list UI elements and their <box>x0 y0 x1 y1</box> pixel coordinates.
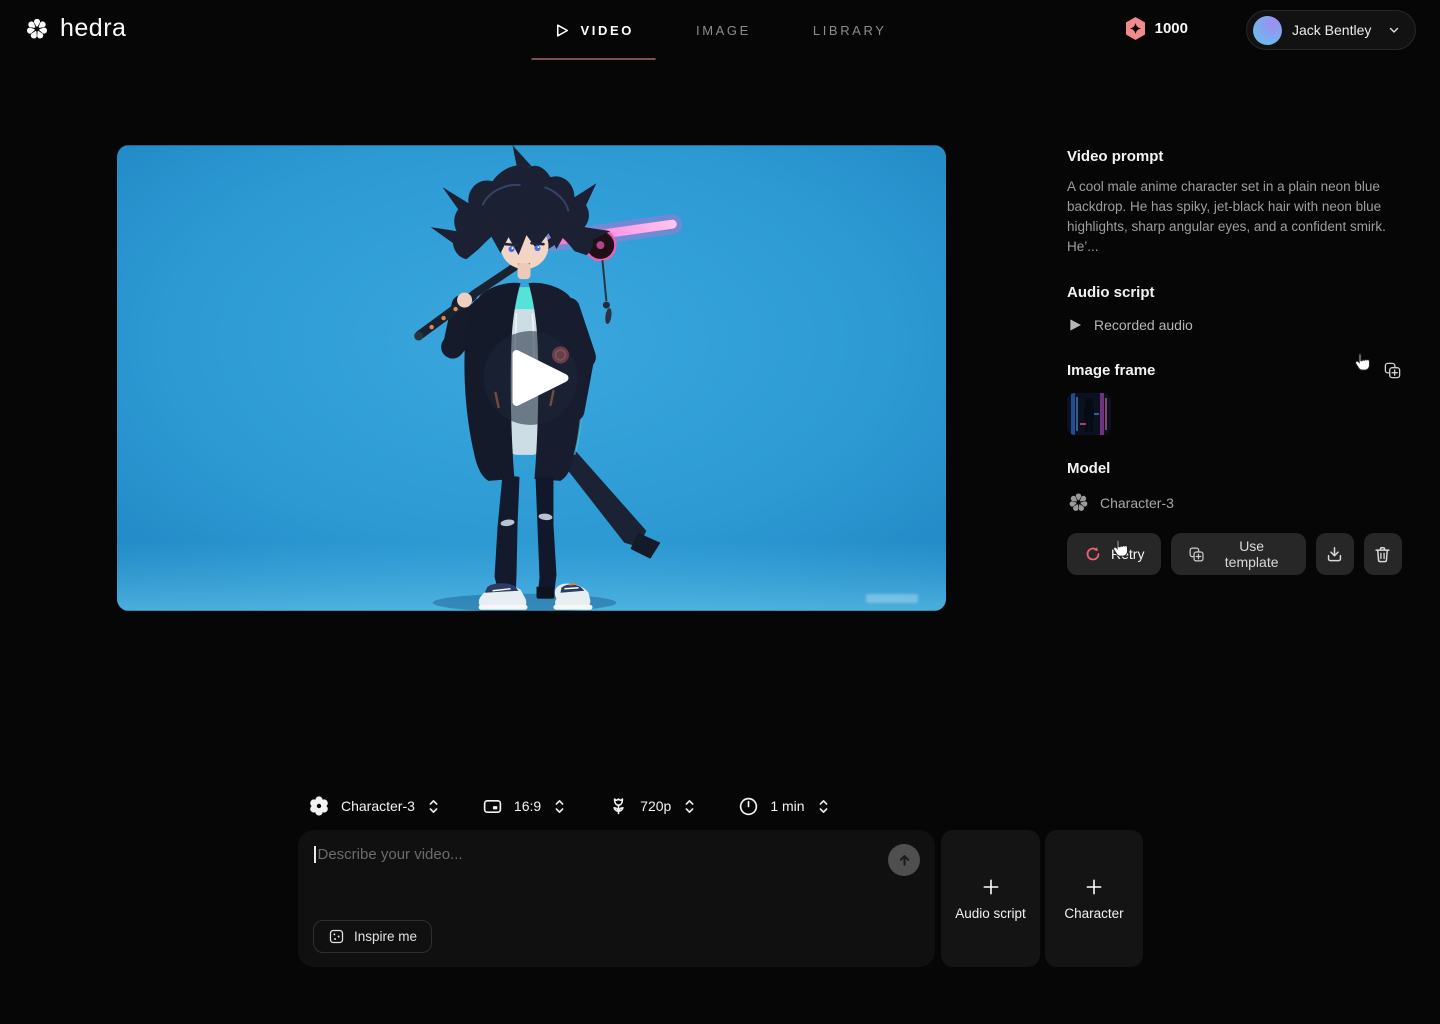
flower-gear-icon <box>308 795 330 817</box>
chevron-updown-icon <box>682 798 697 815</box>
hedra-flower-icon <box>24 16 50 42</box>
video-prompt-title: Video prompt <box>1067 148 1402 165</box>
model-flower-icon <box>1067 491 1090 514</box>
generation-details: Video prompt A cool male anime character… <box>1067 148 1402 575</box>
action-buttons: Retry Use template <box>1067 533 1402 575</box>
arrow-up-icon <box>896 852 913 869</box>
plus-icon <box>1084 877 1104 897</box>
trash-icon <box>1373 545 1392 564</box>
aspect-ratio-icon <box>482 796 503 817</box>
plus-icon <box>981 877 1001 897</box>
add-character-button[interactable]: Character <box>1045 830 1143 967</box>
macro-flower-icon <box>608 796 629 817</box>
audio-script-title: Audio script <box>1067 284 1402 301</box>
aspect-ratio-select[interactable]: 16:9 <box>482 796 567 817</box>
play-overlay-icon <box>484 331 578 425</box>
credits-count: 1000 <box>1155 20 1188 37</box>
prompt-composer: Describe your video... Inspire me <box>298 830 935 967</box>
resolution-select[interactable]: 720p <box>608 796 697 817</box>
use-template-button[interactable]: Use template <box>1171 533 1305 575</box>
chevron-updown-icon <box>816 798 831 815</box>
prompt-input[interactable]: Describe your video... <box>314 846 875 863</box>
prompt-placeholder: Describe your video... <box>318 846 463 863</box>
inspire-me-button[interactable]: Inspire me <box>313 920 432 953</box>
duration-select[interactable]: 1 min <box>738 796 830 817</box>
download-icon <box>1325 545 1344 564</box>
text-caret <box>314 846 316 863</box>
avatar <box>1253 16 1282 45</box>
play-outline-icon <box>554 22 571 39</box>
delete-button[interactable] <box>1364 533 1402 575</box>
model-row: Character-3 <box>1067 491 1402 514</box>
refresh-icon <box>1084 545 1102 563</box>
copy-plus-icon <box>1188 545 1205 564</box>
video-player[interactable] <box>117 145 946 611</box>
tab-label: LIBRARY <box>813 23 887 38</box>
tab-label: IMAGE <box>696 23 751 38</box>
model-title: Model <box>1067 460 1402 477</box>
download-button[interactable] <box>1316 533 1354 575</box>
add-audio-script-button[interactable]: Audio script <box>941 830 1040 967</box>
submit-button[interactable] <box>888 844 920 876</box>
aspect-ratio-value: 16:9 <box>514 798 541 814</box>
chevron-updown-icon <box>426 798 441 815</box>
play-filled-icon <box>1067 317 1083 333</box>
resolution-value: 720p <box>640 798 671 814</box>
video-prompt-text[interactable]: A cool male anime character set in a pla… <box>1067 177 1402 257</box>
clock-icon <box>738 796 759 817</box>
sparkle-hexagon-icon <box>1123 16 1148 41</box>
user-name: Jack Bentley <box>1292 22 1377 38</box>
main-tabs: VIDEO IMAGE LIBRARY <box>554 0 887 60</box>
profile-menu[interactable]: Jack Bentley <box>1246 10 1416 50</box>
video-thumbnail <box>117 145 946 611</box>
model-select-value: Character-3 <box>341 798 415 814</box>
copy-plus-icon[interactable] <box>1383 361 1402 380</box>
chevron-down-icon <box>1387 23 1401 37</box>
chevron-updown-icon <box>552 798 567 815</box>
tab-video[interactable]: VIDEO <box>554 0 634 60</box>
tab-label: VIDEO <box>581 23 634 38</box>
logo-text: hedra <box>60 14 126 43</box>
logo[interactable]: hedra <box>24 14 126 43</box>
dice-icon <box>328 928 345 945</box>
video-watermark <box>866 594 918 603</box>
hedra-app: hedra VIDEO IMAGE LIBRARY 1000 <box>0 0 1440 1024</box>
retry-button[interactable]: Retry <box>1067 533 1161 575</box>
tab-library[interactable]: LIBRARY <box>813 0 887 60</box>
composer-settings: Character-3 16:9 720p <box>308 790 831 822</box>
header: hedra VIDEO IMAGE LIBRARY 1000 <box>0 0 1440 60</box>
credits-badge[interactable]: 1000 <box>1123 16 1188 41</box>
image-frame-thumbnail[interactable] <box>1067 393 1111 435</box>
model-select[interactable]: Character-3 <box>308 795 441 817</box>
image-frame-title: Image frame <box>1067 362 1155 379</box>
duration-value: 1 min <box>770 798 804 814</box>
recorded-audio-label: Recorded audio <box>1094 317 1193 333</box>
tab-image[interactable]: IMAGE <box>696 0 751 60</box>
recorded-audio-row[interactable]: Recorded audio <box>1067 317 1402 333</box>
model-value: Character-3 <box>1100 495 1174 511</box>
